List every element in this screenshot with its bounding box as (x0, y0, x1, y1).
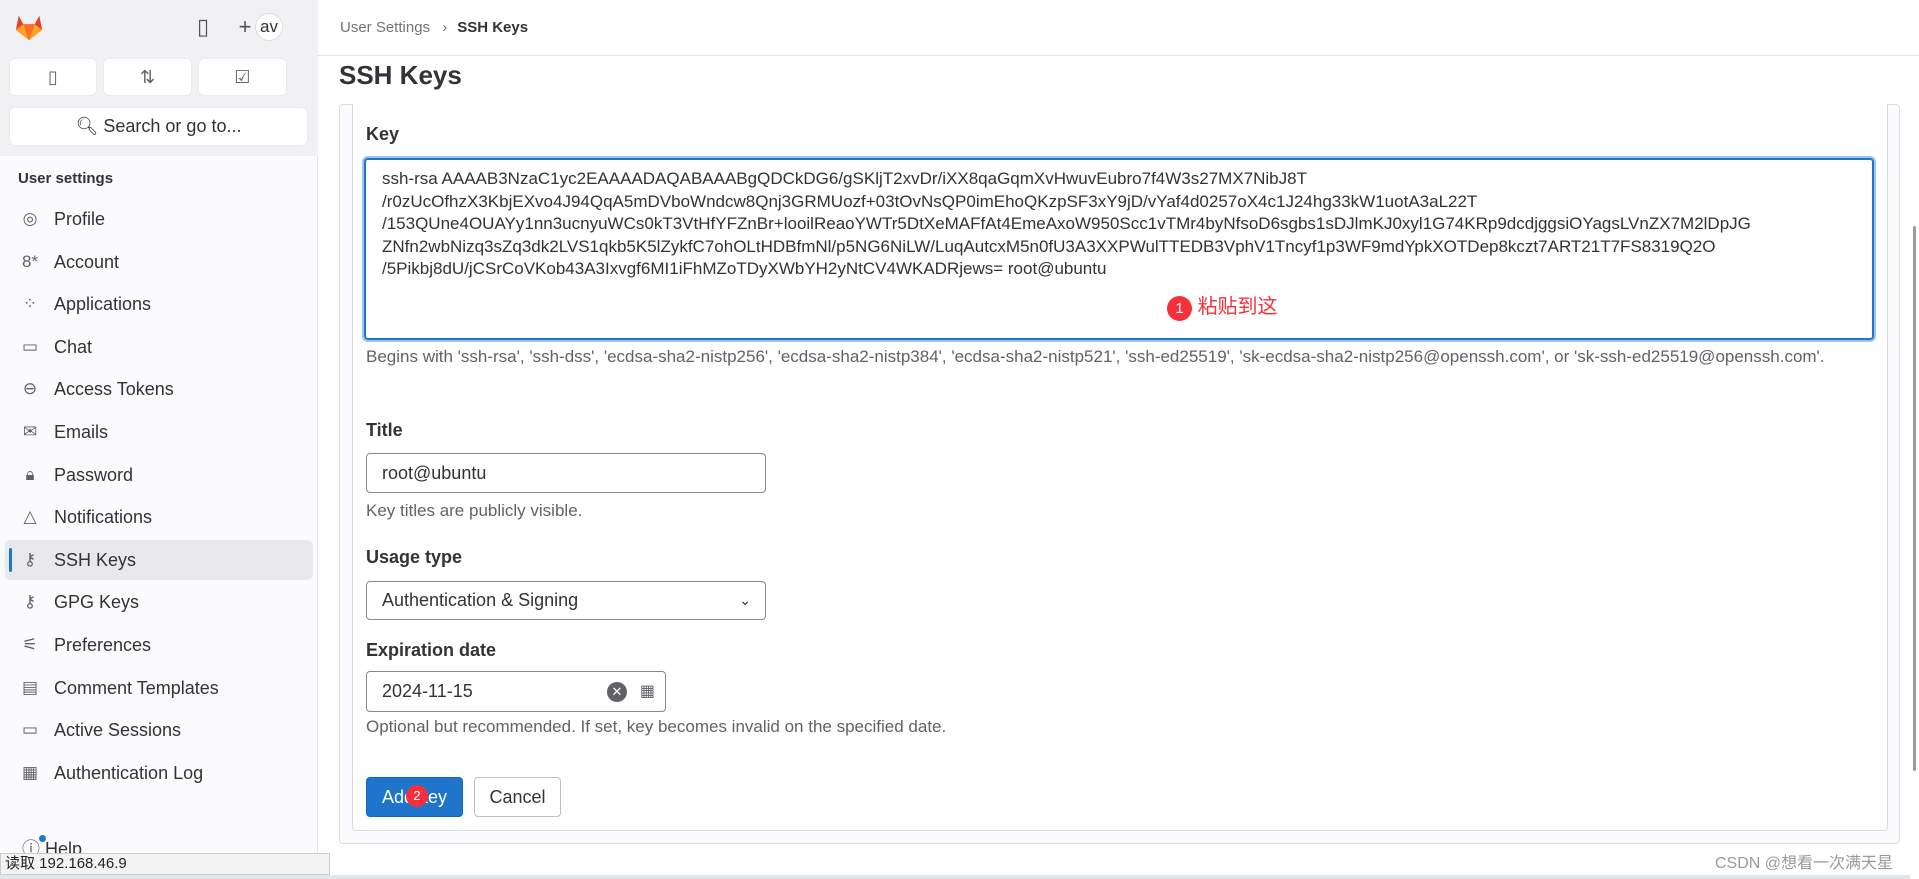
sidebar-item-gpg-keys[interactable]: ⚷ GPG Keys (5, 582, 313, 622)
lock-icon: 🔒︎ (25, 464, 35, 484)
profile-icon: ◎ (22, 209, 38, 228)
sidebar-item-active-sessions[interactable]: ▭ Active Sessions (5, 710, 313, 750)
breadcrumb: User Settings › SSH Keys (318, 0, 1919, 56)
title-label: Title (366, 420, 403, 440)
token-icon: ⊖ (22, 379, 38, 399)
sidebar-item-notifications[interactable]: △ Notifications (5, 497, 313, 537)
sidebar-item-label: Active Sessions (54, 720, 182, 741)
sidebar-item-label: Authentication Log (54, 762, 204, 783)
sidebar-item-preferences[interactable]: ⚟ Preferences (5, 625, 313, 665)
log-icon: ▦ (21, 762, 39, 782)
expiration-help-text: Optional but recommended. If set, key be… (366, 717, 947, 736)
window-bottom-edge (0, 875, 1919, 879)
sidebar-item-password[interactable]: 🔒︎ Password (5, 455, 313, 495)
page-title: SSH Keys (339, 60, 462, 90)
sidebar-item-comment-templates[interactable]: ▤ Comment Templates (5, 668, 313, 708)
sidebar-item-label: Comment Templates (54, 677, 219, 698)
search-button[interactable]: 🔍︎ Search or go to... (9, 107, 308, 146)
sidebar-item-applications[interactable]: ⁘ Applications (5, 284, 313, 324)
browser-status-bar: 读取 192.168.46.9 (0, 853, 330, 875)
sidebar-item-label: Account (54, 251, 120, 272)
sidebar-top: ▯ + av ▯ ⇅ ☑ 🔍︎ Search or go to... (0, 0, 318, 156)
mail-icon: ✉ (22, 422, 38, 441)
sidebar-item-emails[interactable]: ✉ Emails (5, 412, 313, 452)
applications-icon: ⁘ (22, 294, 38, 314)
annotation-text: 粘贴到这 (1197, 296, 1278, 318)
sidebar-item-label: Profile (54, 209, 106, 229)
sidebar-item-label: SSH Keys (54, 549, 137, 570)
sidebar-item-access-tokens[interactable]: ⊖ Access Tokens (5, 369, 313, 409)
scrollbar-thumb[interactable] (1913, 226, 1916, 771)
expiration-date-input[interactable]: 2024-11-15 ✕ ▦ (366, 671, 666, 712)
monitor-icon: ▭ (21, 720, 39, 740)
sidebar-item-label: Preferences (54, 635, 152, 655)
key-label: Key (366, 124, 400, 144)
sidebar-heading: User settings (18, 170, 114, 187)
sidebar-toggle-icon[interactable]: ▯ (190, 14, 216, 40)
sidebar-item-profile[interactable]: ◎ Profile (5, 199, 313, 239)
breadcrumb-current: SSH Keys (457, 19, 529, 36)
sidebar-item-label: Access Tokens (54, 379, 174, 400)
todo-button[interactable]: ☑ (198, 58, 287, 96)
issues-button[interactable]: ▯ (9, 58, 97, 96)
sidebar-item-label: GPG Keys (54, 592, 140, 613)
sidebar-item-chat[interactable]: ▭ Chat (5, 327, 313, 367)
key-icon: ⚷ (23, 549, 37, 569)
search-icon: 🔍︎ (75, 116, 104, 136)
step-badge: 1 (1167, 296, 1192, 321)
comment-icon: ▤ (21, 677, 39, 697)
sidebar-item-label: Password (54, 464, 134, 485)
merge-requests-button[interactable]: ⇅ (103, 58, 192, 96)
breadcrumb-parent[interactable]: User Settings (340, 19, 430, 36)
title-help-text: Key titles are publicly visible. (366, 501, 583, 520)
key-help-text: Begins with 'ssh-rsa', 'ssh-dss', 'ecdsa… (366, 347, 1825, 366)
sidebar: ▯ + av ▯ ⇅ ☑ 🔍︎ Search or go to... User … (0, 0, 318, 879)
sidebar-item-label: Notifications (54, 507, 153, 528)
step-badge: 2 (406, 785, 428, 807)
bell-icon: △ (23, 507, 37, 527)
key-icon: ⚷ (23, 592, 37, 612)
cancel-button[interactable]: Cancel (474, 777, 561, 817)
usage-type-value: Authentication & Signing (382, 590, 579, 610)
step2-annotation: 2 (406, 785, 428, 807)
sidebar-item-label: Chat (54, 336, 93, 357)
gitlab-logo-icon[interactable] (14, 12, 44, 42)
usage-type-select[interactable]: Authentication & Signing ⌄ (366, 581, 766, 620)
scrollbar[interactable] (1910, 56, 1919, 879)
avatar[interactable]: av (255, 13, 283, 41)
paste-here-annotation: 1 粘贴到这 (1167, 290, 1278, 321)
notification-dot (39, 835, 46, 842)
usage-type-label: Usage type (366, 547, 463, 567)
sidebar-item-ssh-keys[interactable]: ⚷ SSH Keys (5, 539, 313, 580)
calendar-icon[interactable]: ▦ (640, 672, 655, 711)
chevron-down-icon: ⌄ (739, 592, 751, 608)
clear-icon[interactable]: ✕ (607, 682, 627, 702)
sidebar-item-label: Applications (54, 294, 152, 315)
sidebar-item-account[interactable]: 8* Account (5, 242, 313, 282)
preferences-icon: ⚟ (22, 635, 38, 654)
chat-icon: ▭ (21, 336, 39, 356)
sidebar-item-label: Emails (54, 422, 109, 442)
key-textarea[interactable]: ssh-rsa AAAAB3NzaC1yc2EAAAADAQABAAABgQDC… (364, 158, 1874, 340)
expiration-value: 2024-11-15 (382, 681, 473, 701)
watermark: CSDN @想看一次满天星 (1714, 855, 1893, 872)
expiration-label: Expiration date (366, 640, 497, 660)
sidebar-item-authentication-log[interactable]: ▦ Authentication Log (5, 753, 313, 793)
account-icon: 8* (21, 251, 39, 271)
breadcrumb-separator: › (442, 19, 448, 36)
title-input[interactable]: root@ubuntu (366, 453, 766, 493)
search-label: Search or go to... (103, 116, 242, 136)
